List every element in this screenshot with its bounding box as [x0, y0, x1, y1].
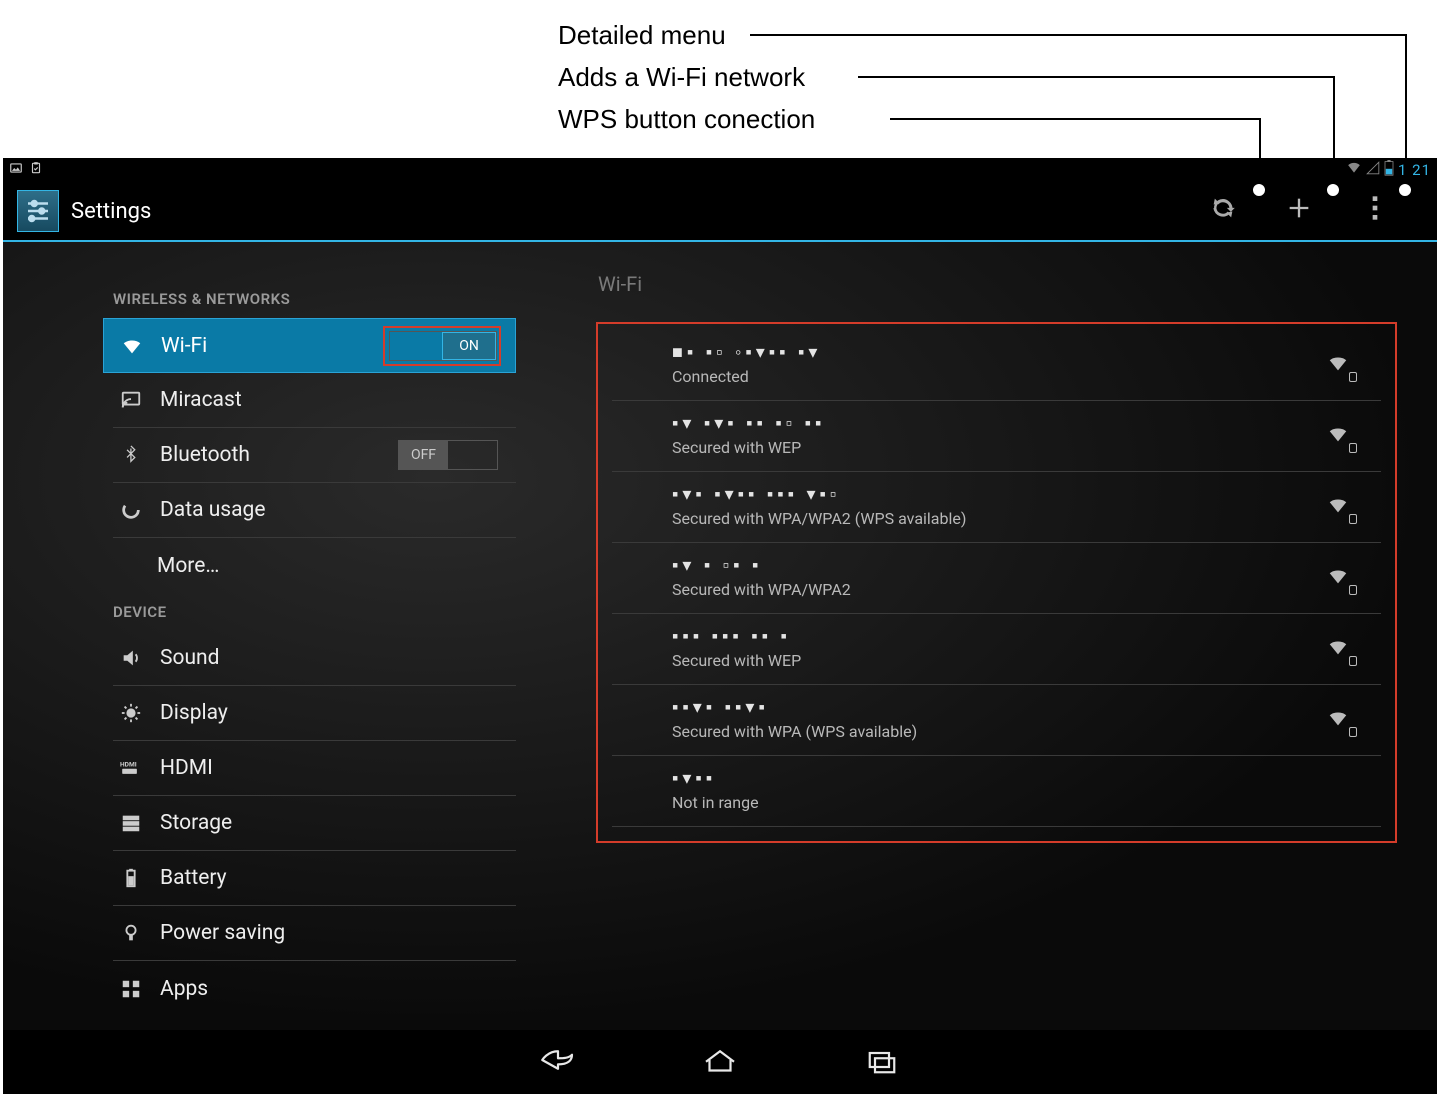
- wifi-status: Secured with WEP: [672, 651, 801, 670]
- action-bar: Settings: [3, 182, 1437, 242]
- sidebar-item-hdmi[interactable]: HDMI HDMI: [113, 741, 516, 796]
- sidebar-item-data-usage[interactable]: Data usage: [113, 483, 516, 538]
- system-status-bar: 1 21: [3, 158, 1437, 182]
- content-area: WIRELESS & NETWORKS Wi-Fi ON Miracast Bl…: [3, 242, 1437, 1030]
- wifi-strength-icon: [1325, 494, 1351, 520]
- bluetooth-toggle[interactable]: OFF: [398, 440, 498, 470]
- sidebar-item-label: Data usage: [160, 498, 265, 522]
- battery-icon: [118, 867, 144, 889]
- sidebar-item-more[interactable]: More…: [113, 538, 516, 593]
- highlight-box-network-list: ■▪ ▪▫ ◦▪▾▪▪ ▪▾ Connected ▪▾ ▪▾▪ ▪▪ ▪▫ ▪▪…: [596, 322, 1397, 843]
- sidebar-item-label: Storage: [160, 811, 232, 835]
- panel-title: Wi-Fi: [596, 272, 1397, 296]
- android-screen: 1 21 Settings WIRELESS &: [3, 158, 1437, 1094]
- recent-apps-button[interactable]: [861, 1045, 903, 1079]
- wifi-ssid: ▪▾▪▪: [672, 768, 759, 789]
- power-saving-icon: [118, 922, 144, 944]
- annotation-label-detailed-menu: Detailed menu: [558, 20, 726, 51]
- wifi-ssid: ▪▪▾▪ ▪▪▾▪: [672, 697, 917, 718]
- system-nav-bar: [3, 1030, 1437, 1094]
- wifi-network-row[interactable]: ▪▪▪ ▪▪▪ ▪▪ ▪ Secured with WEP: [612, 614, 1381, 685]
- sidebar-item-battery[interactable]: Battery: [113, 851, 516, 906]
- wifi-status: Secured with WPA (WPS available): [672, 722, 917, 741]
- wifi-toggle[interactable]: ON: [389, 331, 497, 361]
- section-header-device: DEVICE: [3, 593, 516, 631]
- wifi-ssid: ▪▾▪ ▪▾▪▪ ▪▪▪ ▾▪▫: [672, 484, 966, 505]
- sidebar-item-label: More…: [157, 554, 219, 578]
- sidebar-item-label: Apps: [160, 977, 208, 1001]
- wifi-signal-icon: [1346, 161, 1362, 179]
- sidebar-item-bluetooth[interactable]: Bluetooth OFF: [113, 428, 516, 483]
- overflow-menu-button[interactable]: [1357, 194, 1393, 229]
- data-usage-icon: [118, 499, 144, 521]
- home-button[interactable]: [699, 1045, 741, 1079]
- sidebar-item-power-saving[interactable]: Power saving: [113, 906, 516, 961]
- sidebar-item-label: Sound: [160, 646, 219, 670]
- sidebar-item-label: Power saving: [160, 921, 285, 945]
- sidebar-item-apps[interactable]: Apps: [113, 961, 516, 1016]
- sidebar-item-storage[interactable]: Storage: [113, 796, 516, 851]
- image-icon: [9, 161, 23, 179]
- wifi-ssid: ▪▾ ▪ ▫▪ ▪: [672, 555, 851, 576]
- wps-button[interactable]: [1205, 194, 1241, 229]
- wifi-icon: [119, 335, 145, 357]
- wifi-status: Not in range: [672, 793, 759, 812]
- miracast-icon: [118, 389, 144, 411]
- wifi-strength-icon: [1325, 636, 1351, 662]
- sidebar-item-label: Miracast: [160, 388, 242, 412]
- wifi-network-row[interactable]: ■▪ ▪▫ ◦▪▾▪▪ ▪▾ Connected: [612, 330, 1381, 401]
- status-time: 1 21: [1398, 161, 1431, 179]
- wifi-strength-icon: [1325, 707, 1351, 733]
- wifi-network-list: ■▪ ▪▫ ◦▪▾▪▪ ▪▾ Connected ▪▾ ▪▾▪ ▪▪ ▪▫ ▪▪…: [612, 330, 1381, 827]
- display-icon: [118, 702, 144, 724]
- bluetooth-icon: [118, 444, 144, 466]
- sidebar-item-label: HDMI: [160, 756, 213, 780]
- sidebar-item-miracast[interactable]: Miracast: [113, 373, 516, 428]
- sidebar-item-label: Bluetooth: [160, 443, 250, 467]
- sound-icon: [118, 647, 144, 669]
- settings-sidebar: WIRELESS & NETWORKS Wi-Fi ON Miracast Bl…: [3, 242, 516, 1030]
- wifi-ssid: ■▪ ▪▫ ◦▪▾▪▪ ▪▾: [672, 342, 821, 363]
- sidebar-item-label: Wi-Fi: [161, 334, 207, 358]
- settings-app-icon: [17, 190, 59, 232]
- wifi-status: Secured with WPA/WPA2 (WPS available): [672, 509, 966, 528]
- sidebar-item-label: Display: [160, 701, 228, 725]
- wifi-ssid: ▪▾ ▪▾▪ ▪▪ ▪▫ ▪▪: [672, 413, 825, 434]
- wifi-status: Secured with WPA/WPA2: [672, 580, 851, 599]
- wifi-status: Secured with WEP: [672, 438, 825, 457]
- clipboard-icon: [29, 161, 43, 179]
- wifi-panel: Wi-Fi ■▪ ▪▫ ◦▪▾▪▪ ▪▾ Connected ▪▾ ▪▾▪ ▪▪…: [516, 242, 1437, 1030]
- wifi-network-row[interactable]: ▪▾ ▪ ▫▪ ▪ Secured with WPA/WPA2: [612, 543, 1381, 614]
- wifi-network-row[interactable]: ▪▾ ▪▾▪ ▪▪ ▪▫ ▪▪ Secured with WEP: [612, 401, 1381, 472]
- sidebar-item-display[interactable]: Display: [113, 686, 516, 741]
- back-button[interactable]: [537, 1045, 579, 1079]
- wifi-network-row[interactable]: ▪▾▪▪ Not in range: [612, 756, 1381, 827]
- annotation-label-wps: WPS button conection: [558, 104, 815, 135]
- battery-icon: [1384, 160, 1394, 180]
- svg-text:HDMI: HDMI: [120, 761, 137, 769]
- section-header-wireless: WIRELESS & NETWORKS: [3, 280, 516, 318]
- storage-icon: [118, 812, 144, 834]
- page-title: Settings: [71, 199, 151, 224]
- wifi-status: Connected: [672, 367, 821, 386]
- wifi-network-row[interactable]: ▪▪▾▪ ▪▪▾▪ Secured with WPA (WPS availabl…: [612, 685, 1381, 756]
- annotation-label-add-wifi: Adds a Wi-Fi network: [558, 62, 805, 93]
- hdmi-icon: HDMI: [118, 757, 144, 779]
- wifi-network-row[interactable]: ▪▾▪ ▪▾▪▪ ▪▪▪ ▾▪▫ Secured with WPA/WPA2 (…: [612, 472, 1381, 543]
- sidebar-item-sound[interactable]: Sound: [113, 631, 516, 686]
- wifi-strength-icon: [1325, 352, 1351, 378]
- add-network-button[interactable]: [1281, 194, 1317, 229]
- wifi-ssid: ▪▪▪ ▪▪▪ ▪▪ ▪: [672, 626, 801, 647]
- wifi-strength-icon: [1325, 565, 1351, 591]
- apps-icon: [118, 978, 144, 1000]
- annotation-overlay: Detailed menu Adds a Wi-Fi network WPS b…: [0, 10, 1440, 155]
- cell-signal-icon: [1366, 161, 1380, 179]
- sidebar-item-wifi[interactable]: Wi-Fi ON: [103, 318, 516, 373]
- sidebar-item-label: Battery: [160, 866, 227, 890]
- wifi-strength-icon: [1325, 423, 1351, 449]
